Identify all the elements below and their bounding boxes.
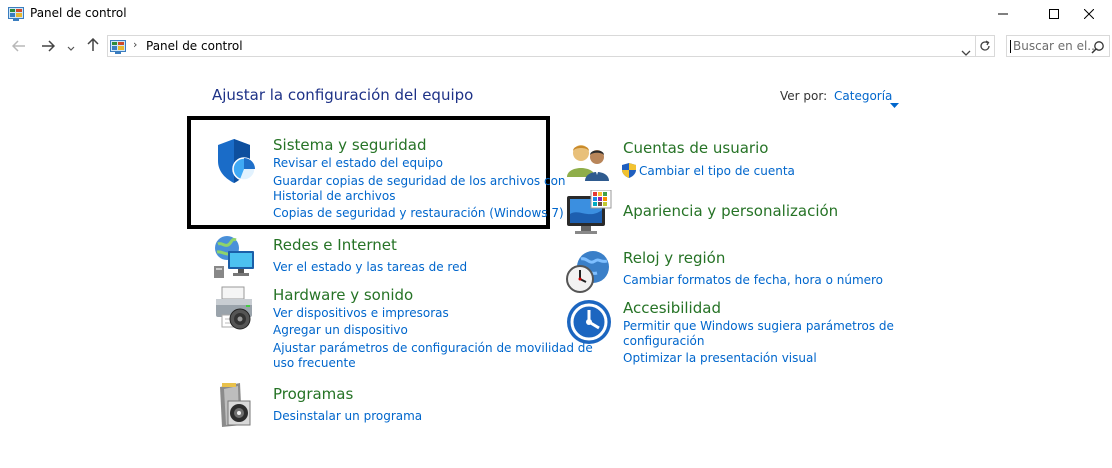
- search-placeholder: Buscar en el...: [1013, 39, 1099, 53]
- window-title: Panel de control: [30, 6, 127, 20]
- link-uninstall-program[interactable]: Desinstalar un programa: [273, 409, 422, 424]
- category-programs[interactable]: Programas: [273, 385, 353, 403]
- category-system-security[interactable]: Sistema y seguridad: [273, 136, 426, 154]
- link-windows-suggest-settings-cont[interactable]: configuración: [623, 334, 705, 349]
- breadcrumb-control-panel[interactable]: Panel de control: [146, 39, 243, 53]
- up-button[interactable]: [85, 37, 101, 56]
- search-input[interactable]: Buscar en el...: [1006, 35, 1110, 57]
- view-by-dropdown[interactable]: Categoría: [834, 89, 892, 103]
- link-windows-suggest-settings[interactable]: Permitir que Windows sugiera parámetros …: [623, 319, 894, 334]
- breadcrumb-separator[interactable]: ›: [133, 38, 137, 51]
- address-bar[interactable]: › Panel de control: [107, 35, 976, 57]
- recent-locations-button[interactable]: [66, 38, 76, 54]
- view-by-label: Ver por:: [780, 89, 828, 103]
- dropdown-arrow-icon[interactable]: [890, 93, 899, 112]
- link-mobility-settings[interactable]: Ajustar parámetros de configuración de m…: [273, 341, 593, 356]
- link-review-computer-status[interactable]: Revisar el estado del equipo: [273, 156, 443, 171]
- back-button[interactable]: [11, 38, 27, 54]
- control-panel-icon: [8, 6, 24, 21]
- control-panel-icon: [110, 39, 126, 54]
- link-optimize-visual-display[interactable]: Optimizar la presentación visual: [623, 351, 817, 366]
- accessibility-icon[interactable]: [565, 298, 613, 346]
- uac-shield-icon: [622, 163, 636, 178]
- link-devices-printers[interactable]: Ver dispositivos e impresoras: [273, 306, 449, 321]
- minimize-icon: [998, 9, 1008, 19]
- link-file-history-backup-cont[interactable]: Historial de archivos: [273, 189, 396, 204]
- back-arrow-icon: [11, 37, 26, 56]
- category-clock-region[interactable]: Reloj y región: [623, 249, 725, 267]
- close-icon: [1084, 9, 1094, 19]
- link-add-device[interactable]: Agregar un dispositivo: [273, 323, 408, 338]
- link-change-date-formats[interactable]: Cambiar formatos de fecha, hora o número: [623, 273, 883, 288]
- text-cursor: [1010, 40, 1011, 53]
- link-file-history-backup[interactable]: Guardar copias de seguridad de los archi…: [273, 174, 566, 189]
- link-backup-restore-win7[interactable]: Copias de seguridad y restauración (Wind…: [273, 206, 564, 221]
- up-arrow-icon: [87, 37, 99, 56]
- maximize-icon: [1049, 9, 1059, 19]
- minimize-button[interactable]: [980, 0, 1026, 28]
- link-mobility-settings-cont[interactable]: uso frecuente: [273, 356, 356, 371]
- page-title: Ajustar la configuración del equipo: [212, 86, 474, 104]
- clock-globe-icon[interactable]: [565, 247, 613, 295]
- chevron-down-icon: [67, 37, 75, 56]
- category-network-internet[interactable]: Redes e Internet: [273, 236, 397, 254]
- link-network-status-tasks[interactable]: Ver el estado y las tareas de red: [273, 260, 467, 275]
- category-hardware-sound[interactable]: Hardware y sonido: [273, 286, 413, 304]
- refresh-icon: [979, 37, 991, 56]
- forward-button[interactable]: [40, 38, 56, 54]
- security-shield-icon[interactable]: [214, 137, 262, 185]
- category-user-accounts[interactable]: Cuentas de usuario: [623, 139, 768, 157]
- title-bar: Panel de control: [0, 0, 1112, 30]
- network-globe-icon[interactable]: [212, 233, 260, 281]
- forward-arrow-icon: [41, 37, 56, 56]
- search-icon[interactable]: [1091, 39, 1105, 58]
- printer-icon[interactable]: [212, 285, 260, 333]
- refresh-button[interactable]: [975, 35, 995, 57]
- category-accessibility[interactable]: Accesibilidad: [623, 299, 721, 317]
- link-change-account-type[interactable]: Cambiar el tipo de cuenta: [639, 164, 795, 179]
- address-dropdown-icon[interactable]: [961, 42, 971, 61]
- appearance-monitor-icon[interactable]: [565, 189, 613, 238]
- programs-icon[interactable]: [214, 381, 262, 429]
- category-appearance-personalization[interactable]: Apariencia y personalización: [623, 202, 838, 220]
- close-button[interactable]: [1066, 0, 1112, 28]
- user-accounts-icon[interactable]: [565, 139, 613, 187]
